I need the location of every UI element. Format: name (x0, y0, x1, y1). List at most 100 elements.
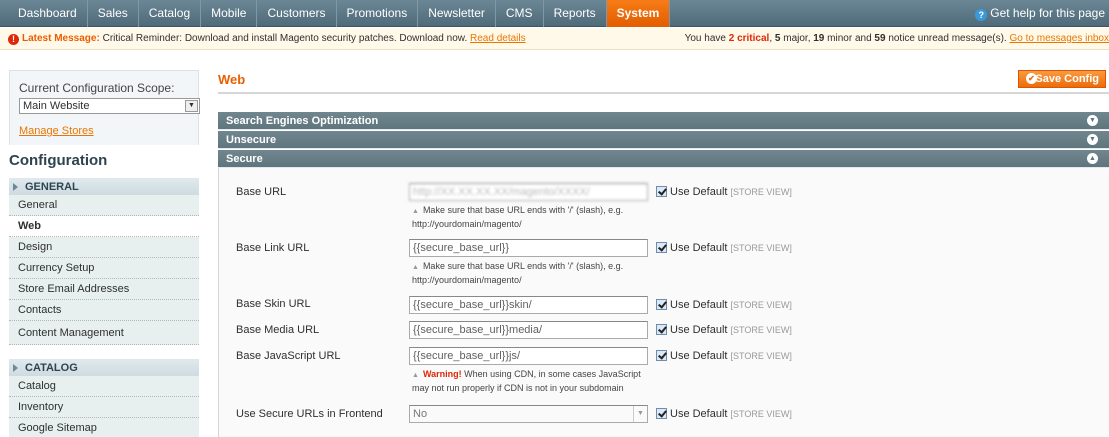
notice-text: Critical Reminder: Download and install … (102, 33, 468, 44)
use-default-checkbox[interactable] (656, 408, 667, 419)
notice-count-label: notice unread message(s). (888, 33, 1007, 44)
base-link-url-note-line2: http://yourdomain/magento/ (412, 275, 522, 285)
help-link-label: Get help for this page (990, 6, 1105, 20)
section-secure[interactable]: Secure ▲ (218, 150, 1109, 168)
sidebar-group-general: GENERAL General Web Design Currency Setu… (9, 177, 199, 345)
section-seo[interactable]: Search Engines Optimization ▼ (218, 112, 1109, 130)
use-default-label: Use Default (670, 408, 728, 420)
note-triangle-icon: ▲ (412, 208, 419, 215)
read-details-link[interactable]: Read details (470, 33, 526, 44)
messages-inbox-link[interactable]: Go to messages inbox (1010, 33, 1109, 44)
base-link-url-use-default[interactable]: Use Default [STORE VIEW] (656, 242, 792, 255)
expand-icon: ▼ (1087, 115, 1098, 126)
save-config-label: Save Config (1035, 73, 1099, 85)
chevron-down-icon: ▼ (185, 100, 198, 112)
section-seo-title: Search Engines Optimization (226, 115, 379, 127)
base-url-note-line2: http://yourdomain/magento/ (412, 219, 522, 229)
notice-summary-prefix: You have (684, 33, 726, 44)
nav-mobile[interactable]: Mobile (201, 0, 258, 27)
chevron-down-icon: ▼ (633, 406, 647, 422)
page-title: Web (218, 72, 246, 87)
help-link[interactable]: ? Get help for this page (975, 0, 1105, 27)
use-default-label: Use Default (670, 324, 728, 336)
nav-customers[interactable]: Customers (257, 0, 337, 27)
use-default-label: Use Default (670, 299, 728, 311)
note-triangle-icon: ▲ (412, 372, 419, 379)
sidebar-group-head[interactable]: GENERAL (9, 177, 199, 195)
save-config-button[interactable]: ✔ Save Config (1018, 70, 1106, 88)
nav-reports[interactable]: Reports (544, 0, 607, 27)
nav-sales[interactable]: Sales (88, 0, 139, 27)
base-js-url-use-default[interactable]: Use Default [STORE VIEW] (656, 350, 792, 363)
base-url-note-line1: Make sure that base URL ends with '/' (s… (422, 205, 624, 215)
base-link-url-label: Base Link URL (236, 242, 310, 254)
use-default-checkbox[interactable] (656, 324, 667, 335)
use-default-checkbox[interactable] (656, 350, 667, 361)
section-unsecure-title: Unsecure (226, 134, 277, 146)
nav-catalog[interactable]: Catalog (139, 0, 202, 27)
alert-icon: ! (8, 34, 19, 45)
sidebar-item-general[interactable]: General (9, 195, 199, 216)
base-url-input[interactable]: http://XX.XX.XX.XX/magento/XXXX/ (409, 183, 648, 201)
base-skin-url-use-default[interactable]: Use Default [STORE VIEW] (656, 299, 792, 312)
base-media-url-input[interactable]: {{secure_base_url}}media/ (409, 321, 648, 339)
sidebar-group-catalog: CATALOG Catalog Inventory Google Sitemap (9, 358, 199, 437)
section-secure-title: Secure (226, 153, 263, 165)
base-link-url-note-line1: Make sure that base URL ends with '/' (s… (422, 261, 624, 271)
use-secure-frontend-select[interactable]: No ▼ (409, 405, 648, 423)
section-unsecure[interactable]: Unsecure ▼ (218, 131, 1109, 149)
scope-select[interactable]: Main Website ▼ (19, 98, 200, 114)
minor-label: minor and (827, 33, 872, 44)
base-js-url-note-line1: When using CDN, in some cases JavaScript (464, 369, 641, 379)
scope-tag: [STORE VIEW] (730, 300, 792, 310)
sidebar-item-contacts[interactable]: Contacts (9, 300, 199, 321)
manage-stores-link[interactable]: Manage Stores (19, 125, 189, 137)
critical-count: 2 critical (728, 33, 770, 44)
major-label: major, (783, 33, 811, 44)
sidebar-item-currency-setup[interactable]: Currency Setup (9, 258, 199, 279)
scope-tag: [STORE VIEW] (730, 243, 792, 253)
sidebar-item-web[interactable]: Web (9, 216, 199, 237)
sidebar-item-inventory[interactable]: Inventory (9, 397, 199, 418)
base-link-url-input[interactable]: {{secure_base_url}} (409, 239, 648, 257)
base-media-url-use-default[interactable]: Use Default [STORE VIEW] (656, 324, 792, 337)
configuration-title: Configuration (9, 145, 199, 176)
use-secure-frontend-label: Use Secure URLs in Frontend (236, 408, 383, 420)
base-url-use-default[interactable]: Use Default [STORE VIEW] (656, 186, 792, 199)
nav-dashboard[interactable]: Dashboard (8, 0, 88, 27)
use-secure-frontend-use-default[interactable]: Use Default [STORE VIEW] (656, 408, 792, 421)
title-divider (218, 92, 1109, 94)
scope-tag: [STORE VIEW] (730, 187, 792, 197)
base-media-url-label: Base Media URL (236, 324, 320, 336)
use-default-checkbox[interactable] (656, 186, 667, 197)
base-skin-url-input[interactable]: {{secure_base_url}}skin/ (409, 296, 648, 314)
sidebar-item-catalog[interactable]: Catalog (9, 376, 199, 397)
note-triangle-icon: ▲ (412, 264, 419, 271)
sidebar-item-content-management[interactable]: Content Management (9, 321, 199, 345)
nav-cms[interactable]: CMS (496, 0, 544, 27)
scope-label: Current Configuration Scope: (19, 81, 175, 95)
scope-tag: [STORE VIEW] (730, 325, 792, 335)
scope-switcher: Current Configuration Scope: Main Websit… (9, 70, 200, 145)
sidebar-item-store-email-addresses[interactable]: Store Email Addresses (9, 279, 199, 300)
use-default-checkbox[interactable] (656, 299, 667, 310)
expand-icon: ▼ (1087, 134, 1098, 145)
sidebar-item-design[interactable]: Design (9, 237, 199, 258)
nav-system[interactable]: System (606, 0, 671, 27)
nav-promotions[interactable]: Promotions (337, 0, 419, 27)
base-js-url-input[interactable]: {{secure_base_url}}js/ (409, 347, 648, 365)
checkmark-icon: ✔ (1026, 73, 1037, 84)
notice-count: 59 (874, 33, 886, 44)
sidebar-group-head[interactable]: CATALOG (9, 358, 199, 376)
major-count: 5 (774, 33, 781, 44)
scope-select-value: Main Website (23, 100, 90, 112)
collapse-icon: ▲ (1087, 153, 1098, 164)
notification-bar: ! Latest Message: Critical Reminder: Down… (0, 28, 1109, 50)
base-js-url-label: Base JavaScript URL (236, 350, 341, 362)
use-default-label: Use Default (670, 242, 728, 254)
base-url-label: Base URL (236, 186, 287, 198)
nav-newsletter[interactable]: Newsletter (418, 0, 496, 27)
use-default-checkbox[interactable] (656, 242, 667, 253)
top-navigation: Dashboard Sales Catalog Mobile Customers… (0, 0, 1109, 27)
sidebar-item-google-sitemap[interactable]: Google Sitemap (9, 418, 199, 437)
